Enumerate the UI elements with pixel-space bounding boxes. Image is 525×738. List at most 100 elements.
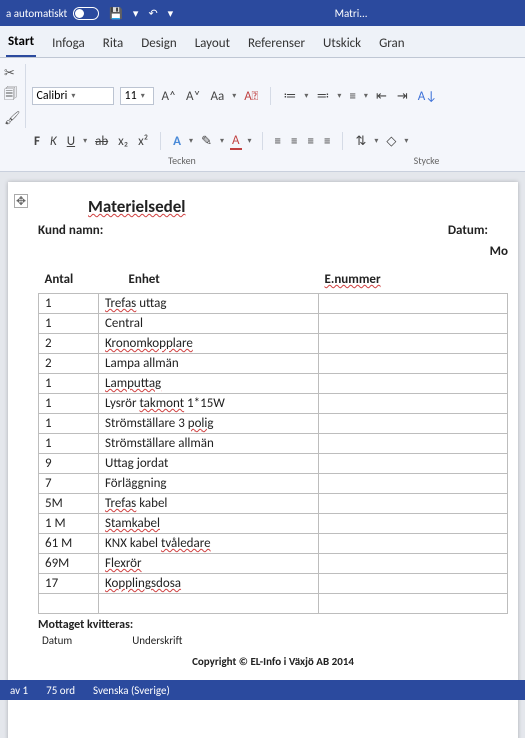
- word-count[interactable]: 75 ord: [46, 684, 75, 697]
- cell-antal[interactable]: 1: [39, 414, 99, 434]
- autosave-toggle[interactable]: a automatiskt: [6, 7, 99, 20]
- tab-infoga[interactable]: Infoga: [50, 32, 87, 57]
- table-row[interactable]: 1 MStamkabel: [39, 514, 508, 534]
- cell-enhet[interactable]: KNX kabel tvåledare: [99, 534, 319, 554]
- bullet-list-button[interactable]: ≔: [281, 89, 298, 104]
- cell-antal[interactable]: 2: [39, 354, 99, 374]
- tab-design[interactable]: Design: [139, 32, 178, 57]
- justify-button[interactable]: ≡: [322, 134, 332, 149]
- cell-antal[interactable]: 1: [39, 394, 99, 414]
- chevron-down-icon[interactable]: ▾: [220, 136, 224, 146]
- page-indicator[interactable]: av 1: [10, 684, 28, 697]
- cell-antal[interactable]: [39, 594, 99, 614]
- tab-rita[interactable]: Rita: [101, 32, 125, 57]
- cell-antal[interactable]: 1: [39, 314, 99, 334]
- chevron-down-icon[interactable]: ▾: [248, 136, 252, 146]
- kund-namn-label[interactable]: Kund namn:: [38, 223, 448, 238]
- tab-start[interactable]: Start: [6, 30, 36, 57]
- line-spacing-button[interactable]: ⇅: [353, 134, 368, 149]
- cell-enhet[interactable]: Flexrör: [99, 554, 319, 574]
- qat-dropdown-icon[interactable]: ▾: [133, 7, 139, 20]
- cell-enhet[interactable]: [99, 594, 319, 614]
- cell-enummer[interactable]: [319, 314, 508, 334]
- datum-label[interactable]: Datum:: [448, 223, 508, 238]
- bold-button[interactable]: F: [32, 134, 42, 149]
- table-row[interactable]: 17Kopplingsdosa: [39, 574, 508, 594]
- cell-enhet[interactable]: Kronomkopplare: [99, 334, 319, 354]
- cell-antal[interactable]: 1: [39, 294, 99, 314]
- shrink-font-button[interactable]: A˅: [184, 89, 203, 104]
- table-move-handle[interactable]: ✥: [14, 194, 28, 208]
- change-case-button[interactable]: Aa: [209, 89, 227, 104]
- multilevel-list-button[interactable]: ≡: [347, 89, 357, 104]
- cell-antal[interactable]: 5M: [39, 494, 99, 514]
- underline-button[interactable]: U: [65, 134, 77, 149]
- cell-enummer[interactable]: [319, 294, 508, 314]
- font-color-button[interactable]: A: [230, 133, 242, 150]
- chevron-down-icon[interactable]: ▾: [304, 91, 308, 101]
- cell-enhet[interactable]: Stamkabel: [99, 514, 319, 534]
- document-title[interactable]: Materielsedel: [88, 196, 508, 217]
- cell-enummer[interactable]: [319, 354, 508, 374]
- cell-antal[interactable]: 17: [39, 574, 99, 594]
- strikethrough-button[interactable]: ab: [93, 134, 110, 149]
- materials-table[interactable]: Antal Enhet E.nummer 1Trefas uttag1Centr…: [38, 271, 508, 614]
- tab-granska[interactable]: Gran: [377, 32, 407, 57]
- align-right-button[interactable]: ≡: [306, 134, 316, 149]
- table-row[interactable]: 2Kronomkopplare: [39, 334, 508, 354]
- chevron-down-icon[interactable]: ▾: [83, 136, 87, 146]
- cell-enummer[interactable]: [319, 374, 508, 394]
- table-row[interactable]: 1Central: [39, 314, 508, 334]
- cell-enhet[interactable]: Strömställare allmän: [99, 434, 319, 454]
- tab-referenser[interactable]: Referenser: [246, 32, 307, 57]
- table-row[interactable]: 69MFlexrör: [39, 554, 508, 574]
- table-row[interactable]: 1Strömställare 3 polig: [39, 414, 508, 434]
- cell-enummer[interactable]: [319, 394, 508, 414]
- italic-button[interactable]: K: [48, 134, 59, 149]
- cell-antal[interactable]: 9: [39, 454, 99, 474]
- table-row[interactable]: 1Strömställare allmän: [39, 434, 508, 454]
- cell-enummer[interactable]: [319, 434, 508, 454]
- cell-enummer[interactable]: [319, 454, 508, 474]
- col-header-enhet[interactable]: Enhet: [99, 271, 319, 294]
- save-icon[interactable]: 💾: [109, 7, 123, 20]
- tab-utskick[interactable]: Utskick: [321, 32, 363, 57]
- cell-enhet[interactable]: Förläggning: [99, 474, 319, 494]
- cell-enhet[interactable]: Lamputtag: [99, 374, 319, 394]
- table-row[interactable]: 2Lampa allmän: [39, 354, 508, 374]
- cell-antal[interactable]: 7: [39, 474, 99, 494]
- chevron-down-icon[interactable]: ▾: [404, 136, 408, 146]
- copy-icon[interactable]: 🗐: [4, 85, 21, 107]
- table-row[interactable]: 61 MKNX kabel tvåledare: [39, 534, 508, 554]
- cell-enhet[interactable]: Central: [99, 314, 319, 334]
- chevron-down-icon[interactable]: ▾: [337, 91, 341, 101]
- sort-button[interactable]: A↓: [416, 89, 439, 104]
- cell-antal[interactable]: 1: [39, 374, 99, 394]
- cell-enummer[interactable]: [319, 534, 508, 554]
- align-left-button[interactable]: ≡: [273, 134, 283, 149]
- increase-indent-button[interactable]: ⇥: [395, 89, 410, 104]
- cell-enummer[interactable]: [319, 554, 508, 574]
- tab-layout[interactable]: Layout: [193, 32, 232, 57]
- superscript-button[interactable]: x²: [136, 134, 150, 149]
- clear-formatting-button[interactable]: A⃠: [242, 89, 260, 104]
- align-center-button[interactable]: ≡: [289, 134, 299, 149]
- shading-button[interactable]: ◇: [384, 134, 398, 149]
- table-row[interactable]: [39, 594, 508, 614]
- cell-enummer[interactable]: [319, 514, 508, 534]
- language-indicator[interactable]: Svenska (Sverige): [93, 684, 170, 697]
- text-effects-button[interactable]: A: [171, 134, 183, 149]
- font-size-combo[interactable]: 11 ▾: [120, 87, 154, 105]
- document-area[interactable]: ✥ Materielsedel Kund namn: Datum: Mo Ant…: [0, 172, 525, 738]
- col-header-enummer[interactable]: E.nummer: [319, 271, 508, 294]
- cell-antal[interactable]: 2: [39, 334, 99, 354]
- cell-enummer[interactable]: [319, 594, 508, 614]
- highlight-button[interactable]: ✎: [199, 134, 214, 149]
- table-row[interactable]: 1Trefas uttag: [39, 294, 508, 314]
- cell-enhet[interactable]: Lampa allmän: [99, 354, 319, 374]
- col-header-antal[interactable]: Antal: [39, 271, 99, 294]
- chevron-down-icon[interactable]: ▾: [232, 91, 236, 101]
- cell-enhet[interactable]: Kopplingsdosa: [99, 574, 319, 594]
- cell-antal[interactable]: 1 M: [39, 514, 99, 534]
- number-list-button[interactable]: ≕: [314, 89, 331, 104]
